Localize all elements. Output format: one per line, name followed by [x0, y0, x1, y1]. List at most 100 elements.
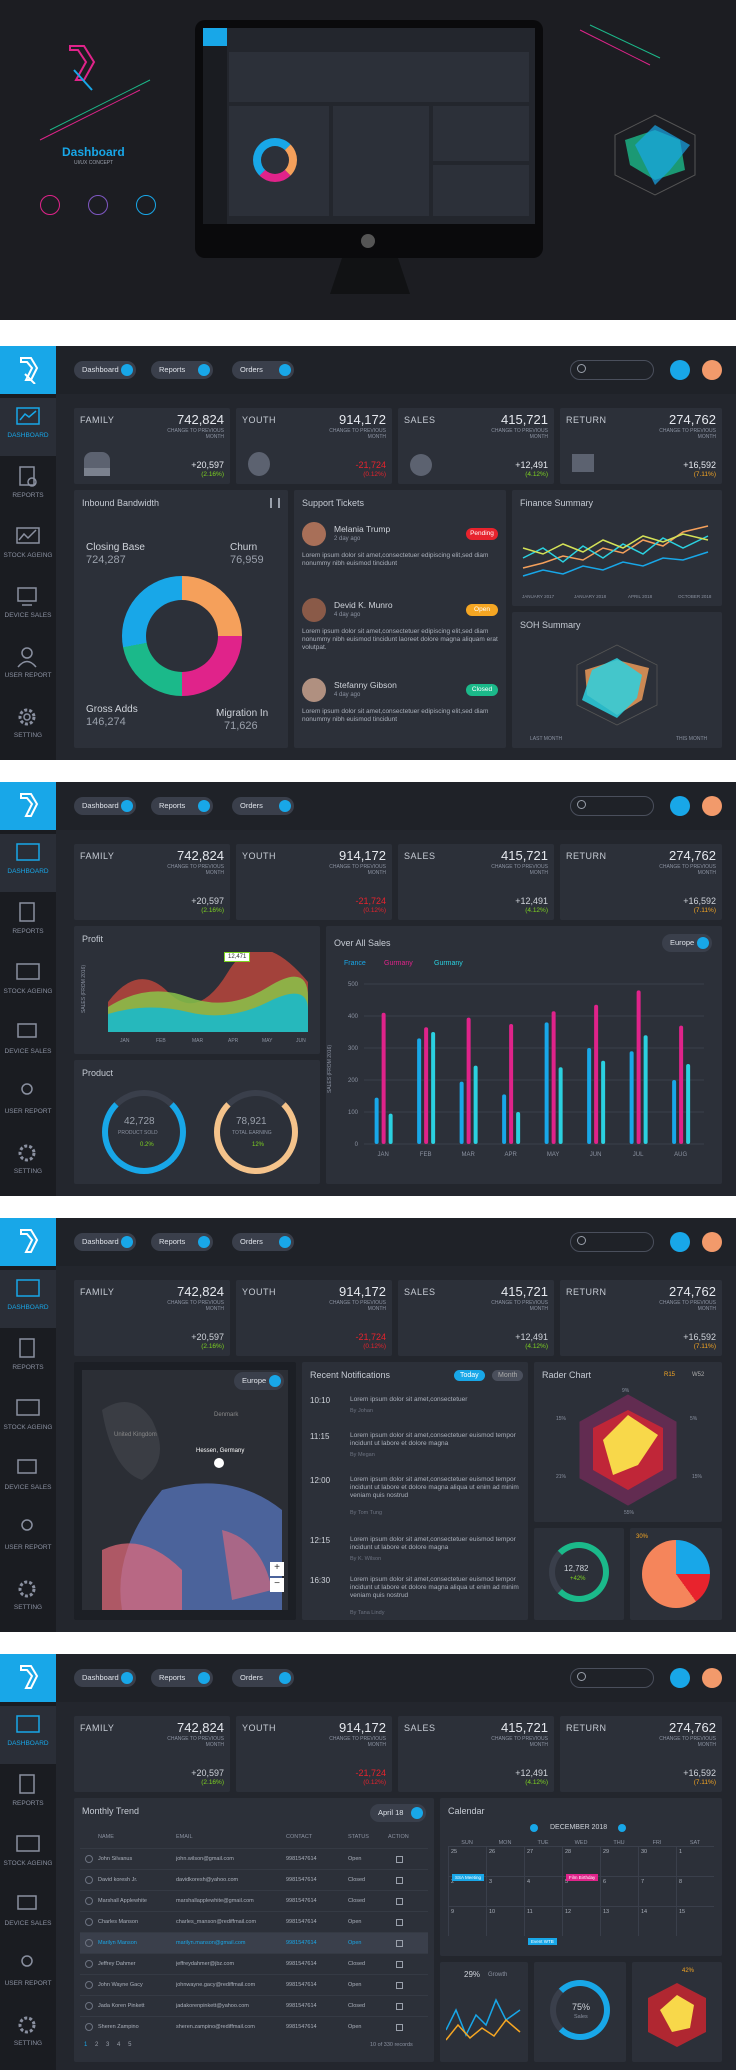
calendar-day[interactable]: 12: [562, 1907, 600, 1936]
edit-icon[interactable]: [396, 1939, 403, 1947]
sidebar-item-stock-ageing[interactable]: STOCK AGEING: [0, 1390, 56, 1448]
reports-dropdown[interactable]: Reports: [151, 797, 213, 815]
edit-icon[interactable]: [396, 1876, 403, 1884]
bar-france-mar[interactable]: [459, 1081, 464, 1144]
apps-button[interactable]: [702, 1232, 722, 1252]
reports-dropdown[interactable]: Reports: [151, 361, 213, 379]
user-button[interactable]: [670, 360, 690, 380]
sidebar-item-user-report[interactable]: USER REPORT: [0, 1510, 56, 1568]
table-header-cell[interactable]: NAME: [98, 1834, 176, 1848]
notification-item[interactable]: 10:10 Lorem ipsum dolor sit amet,consect…: [310, 1396, 522, 1426]
sidebar-item-user-report[interactable]: USER REPORT: [0, 638, 56, 696]
edit-icon[interactable]: [396, 1855, 403, 1863]
calendar-day[interactable]: 6: [600, 1877, 638, 1906]
row-checkbox[interactable]: [85, 1876, 93, 1884]
calendar-day[interactable]: 29: [600, 1847, 638, 1876]
row-checkbox[interactable]: [85, 1855, 93, 1863]
calendar-day[interactable]: 9: [448, 1907, 486, 1936]
orders-dropdown[interactable]: Orders: [232, 797, 294, 815]
europe-heat-map[interactable]: [82, 1370, 288, 1610]
row-checkbox[interactable]: [85, 2002, 93, 2010]
reports-dropdown[interactable]: Reports: [151, 1669, 213, 1687]
calendar-day[interactable]: 11: [524, 1907, 562, 1936]
bar-france-aug[interactable]: [672, 1080, 677, 1144]
bar-gurmany-may[interactable]: [558, 1067, 563, 1144]
table-header-cell[interactable]: ACTION: [388, 1834, 428, 1848]
logo[interactable]: [0, 346, 56, 394]
sidebar-item-user-report[interactable]: USER REPORT: [0, 1946, 56, 2004]
next-month-button[interactable]: [618, 1824, 626, 1832]
logo[interactable]: [0, 1218, 56, 1266]
table-header-cell[interactable]: CONTACT: [286, 1834, 348, 1848]
edit-icon[interactable]: [396, 1897, 403, 1905]
sidebar-item-stock-ageing[interactable]: STOCK AGEING: [0, 1826, 56, 1884]
calendar-day[interactable]: 7: [638, 1877, 676, 1906]
dashboard-dropdown[interactable]: Dashboard: [74, 797, 136, 815]
bar-france-jun[interactable]: [587, 1048, 592, 1144]
table-row[interactable]: John Wayne Gacy johnwayne.gacy@rediffmail…: [80, 1974, 428, 1995]
map-region-dropdown[interactable]: Europe: [234, 1372, 284, 1390]
month-tab[interactable]: Month: [492, 1370, 524, 1381]
logo[interactable]: [0, 1654, 56, 1702]
today-tab[interactable]: Today: [454, 1370, 485, 1381]
search-input[interactable]: [570, 796, 654, 816]
search-input[interactable]: [570, 1668, 654, 1688]
table-row[interactable]: John Silvanus john.wilson@gmail.com 998154…: [80, 1848, 428, 1869]
calendar-day[interactable]: 27: [524, 1847, 562, 1876]
row-checkbox[interactable]: [85, 1918, 93, 1926]
search-input[interactable]: [570, 360, 654, 380]
sidebar-item-stock-ageing[interactable]: STOCK AGEING: [0, 518, 56, 576]
bar-france-apr[interactable]: [502, 1094, 507, 1144]
bar-gurmany-jan[interactable]: [388, 1113, 393, 1144]
bar-gurmany-jul[interactable]: [643, 1035, 648, 1144]
region-dropdown[interactable]: Europe: [662, 934, 712, 952]
edit-icon[interactable]: [396, 2023, 403, 2031]
sidebar-item-stock-ageing[interactable]: STOCK AGEING: [0, 954, 56, 1012]
calendar-day[interactable]: 4: [524, 1877, 562, 1906]
calendar-day[interactable]: 5: [562, 1877, 600, 1906]
dashboard-dropdown[interactable]: Dashboard: [74, 1669, 136, 1687]
table-row[interactable]: Jada Koren Pinkett jadakorenpinkett@yahoo…: [80, 1995, 428, 2016]
bar-gurmany-jan[interactable]: [381, 1012, 386, 1144]
calendar-day[interactable]: 8: [676, 1877, 714, 1906]
row-checkbox[interactable]: [85, 1960, 93, 1968]
bar-gurmany-apr[interactable]: [509, 1024, 514, 1144]
sidebar-item-dashboard[interactable]: DASHBOARD: [0, 1706, 56, 1764]
user-button[interactable]: [670, 1232, 690, 1252]
bar-france-feb[interactable]: [417, 1038, 422, 1144]
sidebar-item-setting[interactable]: SETTING: [0, 1134, 56, 1192]
ticket-item[interactable]: Melania Trump 2 day ago Pending Lorem ip…: [300, 518, 500, 588]
sidebar-item-device-sales[interactable]: DEVICE SALES: [0, 1014, 56, 1072]
sidebar-item-reports[interactable]: REPORTS: [0, 894, 56, 952]
sidebar-item-setting[interactable]: SETTING: [0, 2006, 56, 2064]
user-button[interactable]: [670, 796, 690, 816]
notification-item[interactable]: 11:15 Lorem ipsum dolor sit amet,consect…: [310, 1432, 522, 1472]
sidebar-item-reports[interactable]: REPORTS: [0, 458, 56, 516]
dashboard-dropdown[interactable]: Dashboard: [74, 361, 136, 379]
sidebar-item-dashboard[interactable]: DASHBOARD: [0, 834, 56, 892]
search-input[interactable]: [570, 1232, 654, 1252]
sidebar-item-reports[interactable]: REPORTS: [0, 1766, 56, 1824]
calendar-day[interactable]: 28: [562, 1847, 600, 1876]
bar-gurmany-mar[interactable]: [466, 1017, 471, 1144]
sidebar-item-dashboard[interactable]: DASHBOARD: [0, 398, 56, 456]
calendar-day[interactable]: 14: [638, 1907, 676, 1936]
calendar-day[interactable]: 3: [486, 1877, 524, 1906]
page-link[interactable]: 5: [128, 2042, 131, 2048]
calendar-day[interactable]: 25: [448, 1847, 486, 1876]
edit-icon[interactable]: [396, 1981, 403, 1989]
settings-sliders-icon[interactable]: [270, 498, 280, 508]
ticket-item[interactable]: Stefanny Gibson 4 day ago Closed Lorem i…: [300, 674, 500, 744]
page-link[interactable]: 4: [117, 2042, 120, 2048]
bar-france-jan[interactable]: [374, 1097, 379, 1144]
calendar-day[interactable]: 10: [486, 1907, 524, 1936]
bar-gurmany-feb[interactable]: [424, 1027, 429, 1144]
bar-gurmany-apr[interactable]: [516, 1112, 521, 1144]
sidebar-item-user-report[interactable]: USER REPORT: [0, 1074, 56, 1132]
bar-france-jul[interactable]: [629, 1051, 634, 1144]
month-filter-dropdown[interactable]: April 18: [370, 1804, 426, 1822]
apps-button[interactable]: [702, 1668, 722, 1688]
bar-gurmany-feb[interactable]: [431, 1032, 436, 1144]
calendar-day[interactable]: 30: [638, 1847, 676, 1876]
sidebar-item-device-sales[interactable]: DEVICE SALES: [0, 1886, 56, 1944]
